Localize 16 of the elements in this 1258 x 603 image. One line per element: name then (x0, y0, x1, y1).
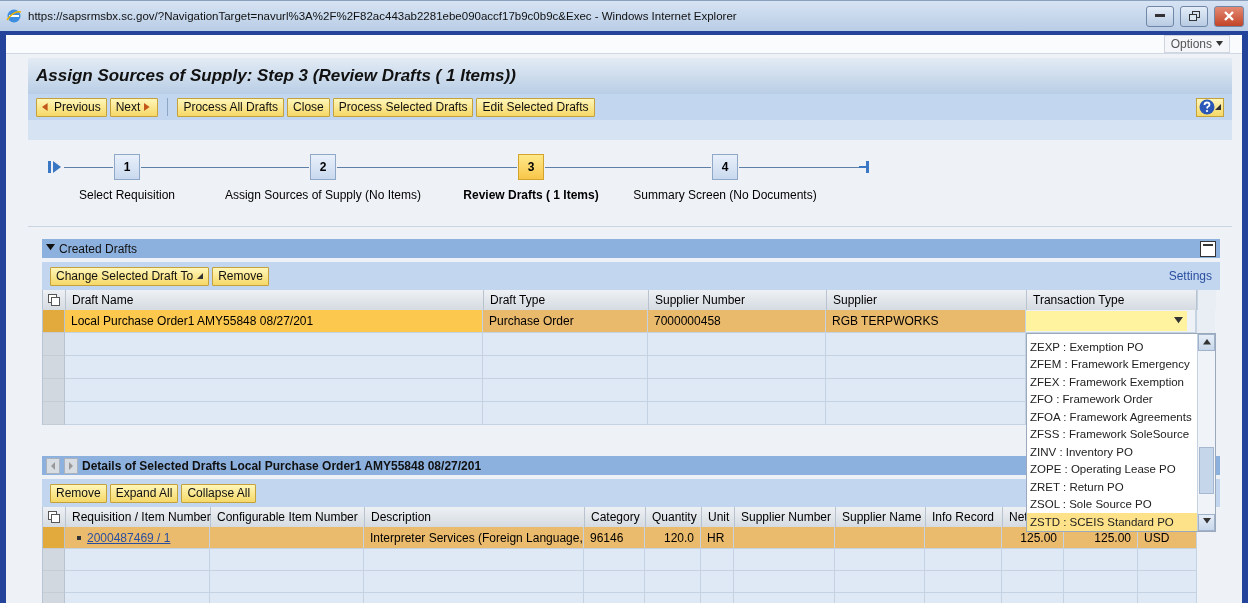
window-title: https://sapsrmsbx.sc.gov/?NavigationTarget=navurl%3A%2F%2F82ac443ab2281ebe090accf17b9c0b9c&Exec - Windows Internet Explorer (28, 10, 738, 22)
table-cell: 7000000458 (648, 310, 826, 333)
table-cell: HR (701, 527, 734, 549)
step-label: Select Requisition (78, 188, 176, 202)
step-label: Review Drafts ( 1 Items) (463, 188, 599, 202)
page-title: Assign Sources of Supply: Step 3 (Review Drafts ( 1 Items)) (28, 58, 1232, 94)
step-label: Assign Sources of Supply (No Items) (224, 188, 422, 202)
table-cell: RGB TERPWORKS (826, 310, 1026, 333)
panel-title: Created Drafts (59, 241, 138, 256)
table-cell: 120.0 (645, 527, 701, 549)
table-cell: 96146 (584, 527, 645, 549)
table-cell: Purchase Order (483, 310, 648, 333)
table-cell: Local Purchase Order1 AMY55848 08/27/201 (65, 310, 483, 333)
panel-title: Details of Selected Drafts Local Purchase Order1 AMY55848 08/27/201 (82, 458, 482, 473)
step-label: Summary Screen (No Documents) (633, 188, 817, 202)
table-cell: Interpreter Services (Foreign Language, (364, 527, 584, 549)
